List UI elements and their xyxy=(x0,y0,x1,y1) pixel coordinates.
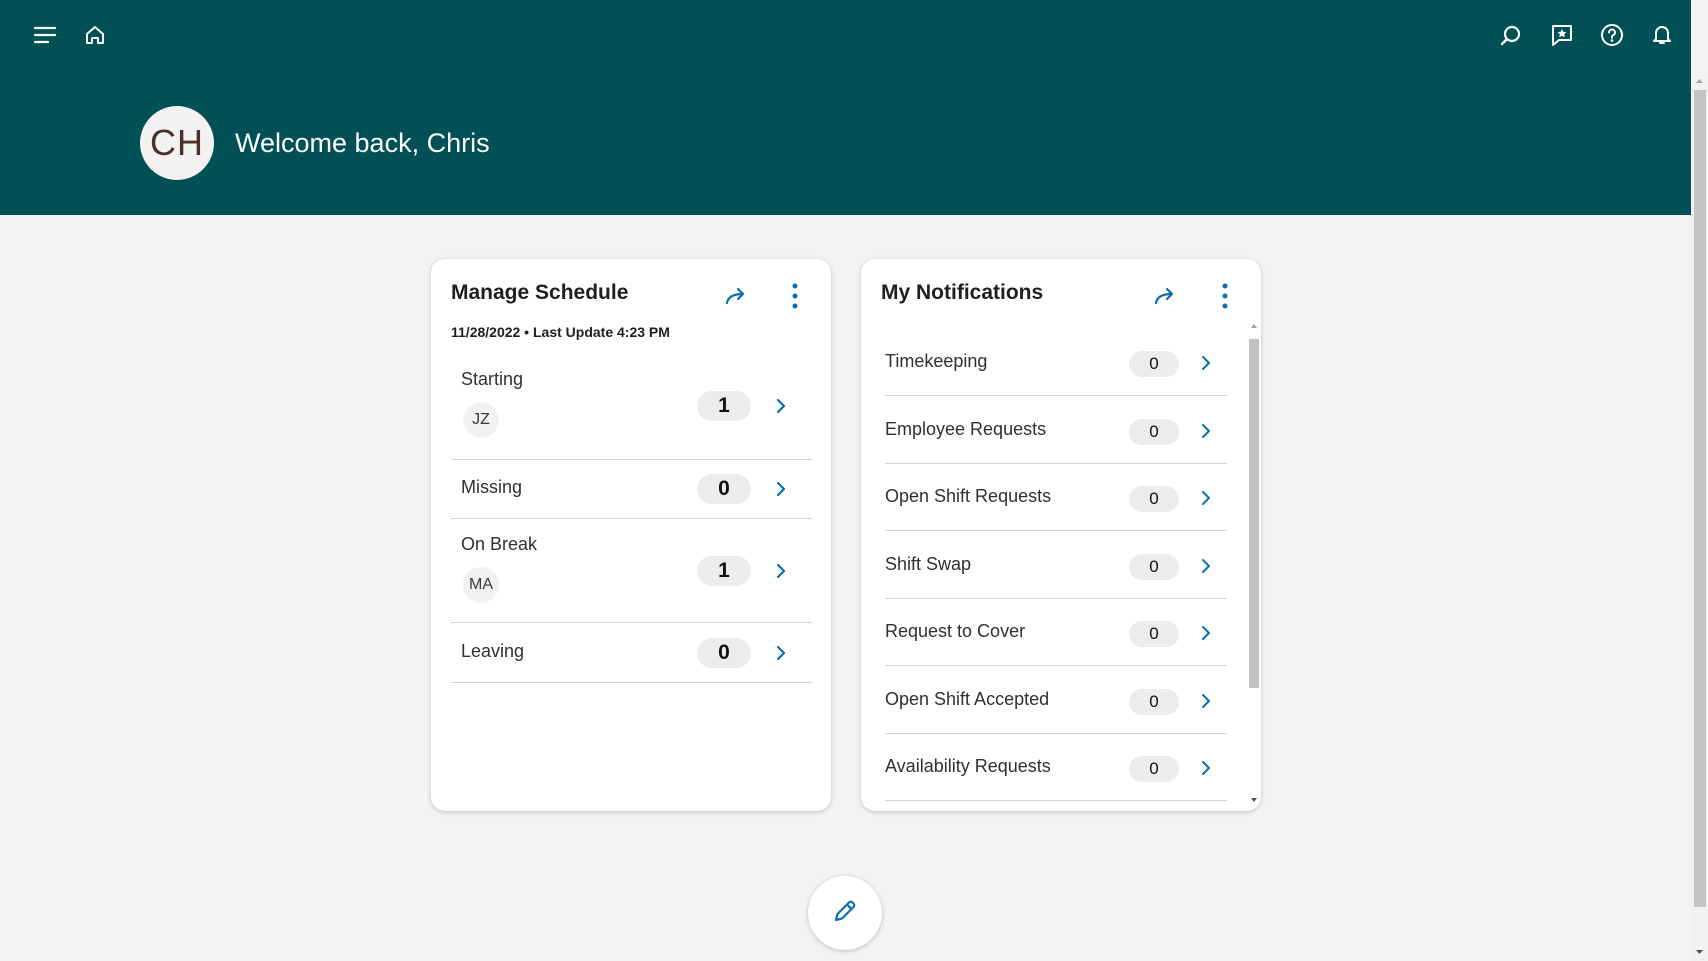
home-icon[interactable] xyxy=(81,21,109,49)
notification-row-open-shift-accepted[interactable]: Open Shift Accepted 0 xyxy=(885,667,1227,734)
schedule-row-on-break[interactable]: On Break MA 1 xyxy=(451,520,812,623)
notifications-scrollbar[interactable] xyxy=(1247,321,1259,806)
count-badge: 1 xyxy=(697,556,751,586)
feedback-icon[interactable] xyxy=(1548,21,1576,49)
notifications-card: My Notifications Timekeeping 0 Employee … xyxy=(861,259,1261,811)
chevron-right-icon[interactable] xyxy=(771,643,791,663)
count-badge: 0 xyxy=(1129,419,1179,445)
schedule-row-leaving[interactable]: Leaving 0 xyxy=(451,623,812,683)
scroll-up-arrow-icon[interactable] xyxy=(1250,323,1258,329)
manage-schedule-card: Manage Schedule 11/28/2022 • Last Update… xyxy=(431,259,831,811)
count-badge: 0 xyxy=(1129,689,1179,715)
user-avatar[interactable]: CH xyxy=(140,106,214,180)
count-badge: 0 xyxy=(697,474,751,504)
page-scrollbar[interactable] xyxy=(1691,75,1708,961)
notification-label: Timekeeping xyxy=(885,351,988,371)
manage-schedule-title: Manage Schedule xyxy=(451,281,629,304)
count-badge: 0 xyxy=(1129,486,1179,512)
search-icon[interactable] xyxy=(1497,21,1525,49)
welcome-message: Welcome back, Chris xyxy=(235,128,490,158)
count-badge: 0 xyxy=(1129,351,1179,377)
notification-row-availability-requests[interactable]: Availability Requests 0 xyxy=(885,734,1227,801)
count-badge: 0 xyxy=(1129,554,1179,580)
schedule-row-label: Leaving xyxy=(461,641,525,661)
scroll-down-arrow-icon[interactable] xyxy=(1250,797,1258,803)
chevron-right-icon[interactable] xyxy=(1196,353,1216,373)
header-bar: CH Welcome back, Chris xyxy=(0,0,1691,215)
schedule-row-label: Starting xyxy=(461,369,524,389)
notification-label: Availability Requests xyxy=(885,756,1051,776)
notification-label: Employee Requests xyxy=(885,419,1047,439)
more-options-icon[interactable] xyxy=(1210,281,1240,311)
notification-label: Open Shift Requests xyxy=(885,486,1052,506)
chevron-right-icon[interactable] xyxy=(1196,623,1216,643)
open-arrow-icon[interactable] xyxy=(1150,281,1180,311)
chevron-right-icon[interactable] xyxy=(1196,691,1216,711)
chevron-right-icon[interactable] xyxy=(771,561,791,581)
chevron-right-icon[interactable] xyxy=(1196,556,1216,576)
chevron-right-icon[interactable] xyxy=(1196,758,1216,778)
employee-initials-badge[interactable]: JZ xyxy=(463,402,499,438)
notification-label: Request to Cover xyxy=(885,621,1026,641)
notifications-scrollbar-thumb[interactable] xyxy=(1249,339,1259,688)
chevron-right-icon[interactable] xyxy=(1196,488,1216,508)
notification-label: Shift Swap xyxy=(885,554,972,574)
page-scroll-down-arrow-icon[interactable] xyxy=(1695,949,1704,955)
schedule-last-update: 11/28/2022 • Last Update 4:23 PM xyxy=(451,324,670,340)
pencil-icon xyxy=(831,897,859,930)
schedule-row-label: Missing xyxy=(461,477,523,497)
schedule-row-starting[interactable]: Starting JZ 1 xyxy=(451,355,812,460)
edit-dashboard-button[interactable] xyxy=(808,876,882,950)
notifications-list[interactable]: Timekeeping 0 Employee Requests 0 Open S… xyxy=(861,321,1261,806)
notifications-title: My Notifications xyxy=(881,281,1044,304)
notification-row-timekeeping[interactable]: Timekeeping 0 xyxy=(885,329,1227,396)
open-arrow-icon[interactable] xyxy=(721,281,751,311)
help-icon[interactable] xyxy=(1598,21,1626,49)
schedule-row-missing[interactable]: Missing 0 xyxy=(451,460,812,519)
count-badge: 1 xyxy=(697,391,751,421)
more-options-icon[interactable] xyxy=(780,281,810,311)
schedule-row-label: On Break xyxy=(461,534,538,554)
page-scroll-up-arrow-icon[interactable] xyxy=(1695,78,1704,84)
employee-initials-badge[interactable]: MA xyxy=(463,567,499,603)
page-scrollbar-thumb[interactable] xyxy=(1694,90,1706,907)
chevron-right-icon[interactable] xyxy=(771,396,791,416)
notification-row-open-shift-requests[interactable]: Open Shift Requests 0 xyxy=(885,464,1227,531)
count-badge: 0 xyxy=(697,638,751,668)
count-badge: 0 xyxy=(1129,621,1179,647)
bell-icon[interactable] xyxy=(1648,20,1676,48)
menu-icon[interactable] xyxy=(31,21,59,49)
count-badge: 0 xyxy=(1129,756,1179,782)
notification-label: Open Shift Accepted xyxy=(885,689,1050,709)
chevron-right-icon[interactable] xyxy=(771,479,791,499)
chevron-right-icon[interactable] xyxy=(1196,421,1216,441)
notification-row-employee-requests[interactable]: Employee Requests 0 xyxy=(885,397,1227,464)
notification-row-request-to-cover[interactable]: Request to Cover 0 xyxy=(885,599,1227,666)
notification-row-shift-swap[interactable]: Shift Swap 0 xyxy=(885,532,1227,599)
